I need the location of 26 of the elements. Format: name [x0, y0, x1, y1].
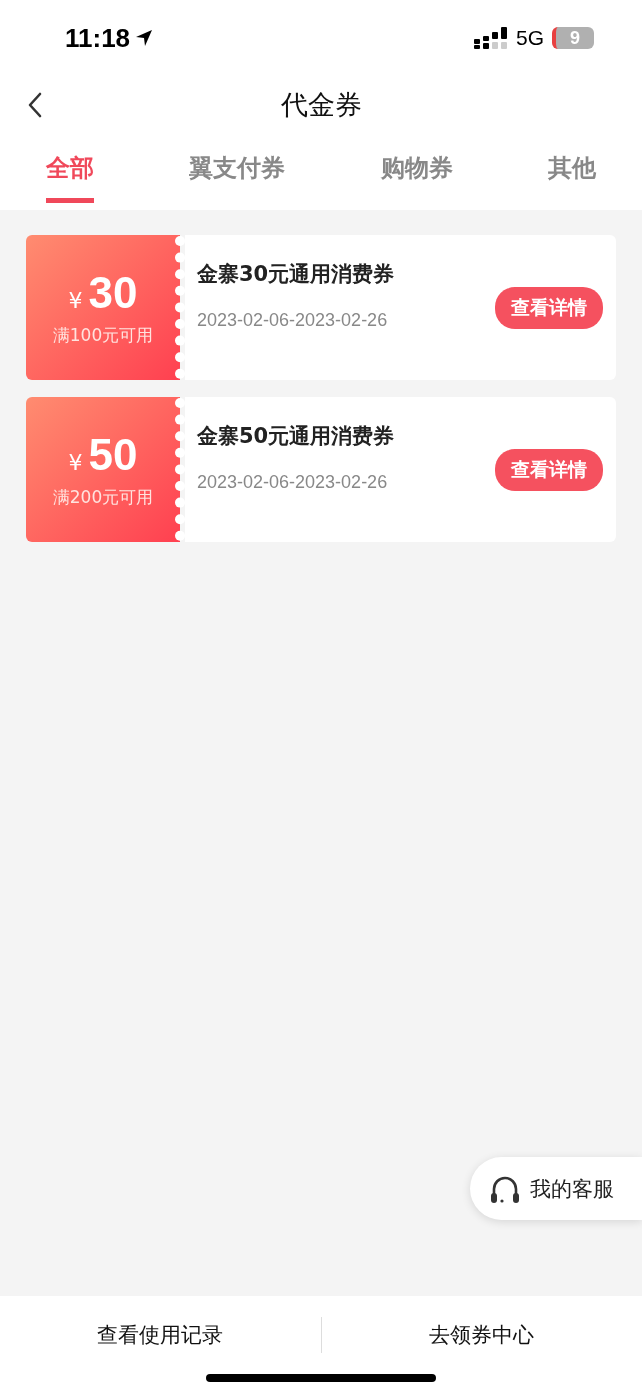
details-button[interactable]: 查看详情	[495, 448, 603, 491]
bottom-link[interactable]: 去领券中心	[321, 1320, 642, 1350]
battery-indicator: 9	[552, 27, 594, 49]
status-time: 11:18	[65, 22, 131, 54]
currency-sign: ¥	[68, 288, 83, 313]
coupon-amount: 50	[88, 430, 138, 480]
page-title: 代金券	[280, 88, 362, 122]
coupon-title: 金寨30元通用消费券	[197, 261, 395, 288]
coupon-validity: 2023-02-06-2023-02-26	[197, 472, 389, 493]
details-button[interactable]: 查看详情	[495, 286, 603, 329]
coupon-condition: 满200元可用	[52, 486, 154, 509]
tab[interactable]: 翼支付券	[189, 141, 286, 203]
network-type: 5G	[516, 26, 544, 50]
tab[interactable]: 购物券	[380, 141, 453, 203]
signal-icon	[474, 27, 508, 49]
coupon-amount: 30	[88, 268, 138, 318]
bottom-link[interactable]: 查看使用记录	[0, 1320, 321, 1350]
customer-service-button[interactable]: 我的客服	[470, 1157, 642, 1220]
coupon-validity: 2023-02-06-2023-02-26	[197, 310, 389, 331]
tab[interactable]: 其他	[548, 141, 596, 203]
location-arrow-icon	[134, 28, 155, 48]
coupon-condition: 满100元可用	[52, 324, 154, 347]
tab[interactable]: 全部	[46, 141, 94, 203]
currency-sign: ¥	[68, 450, 83, 475]
back-button[interactable]	[28, 92, 42, 118]
coupon-title: 金寨50元通用消费券	[197, 423, 395, 450]
